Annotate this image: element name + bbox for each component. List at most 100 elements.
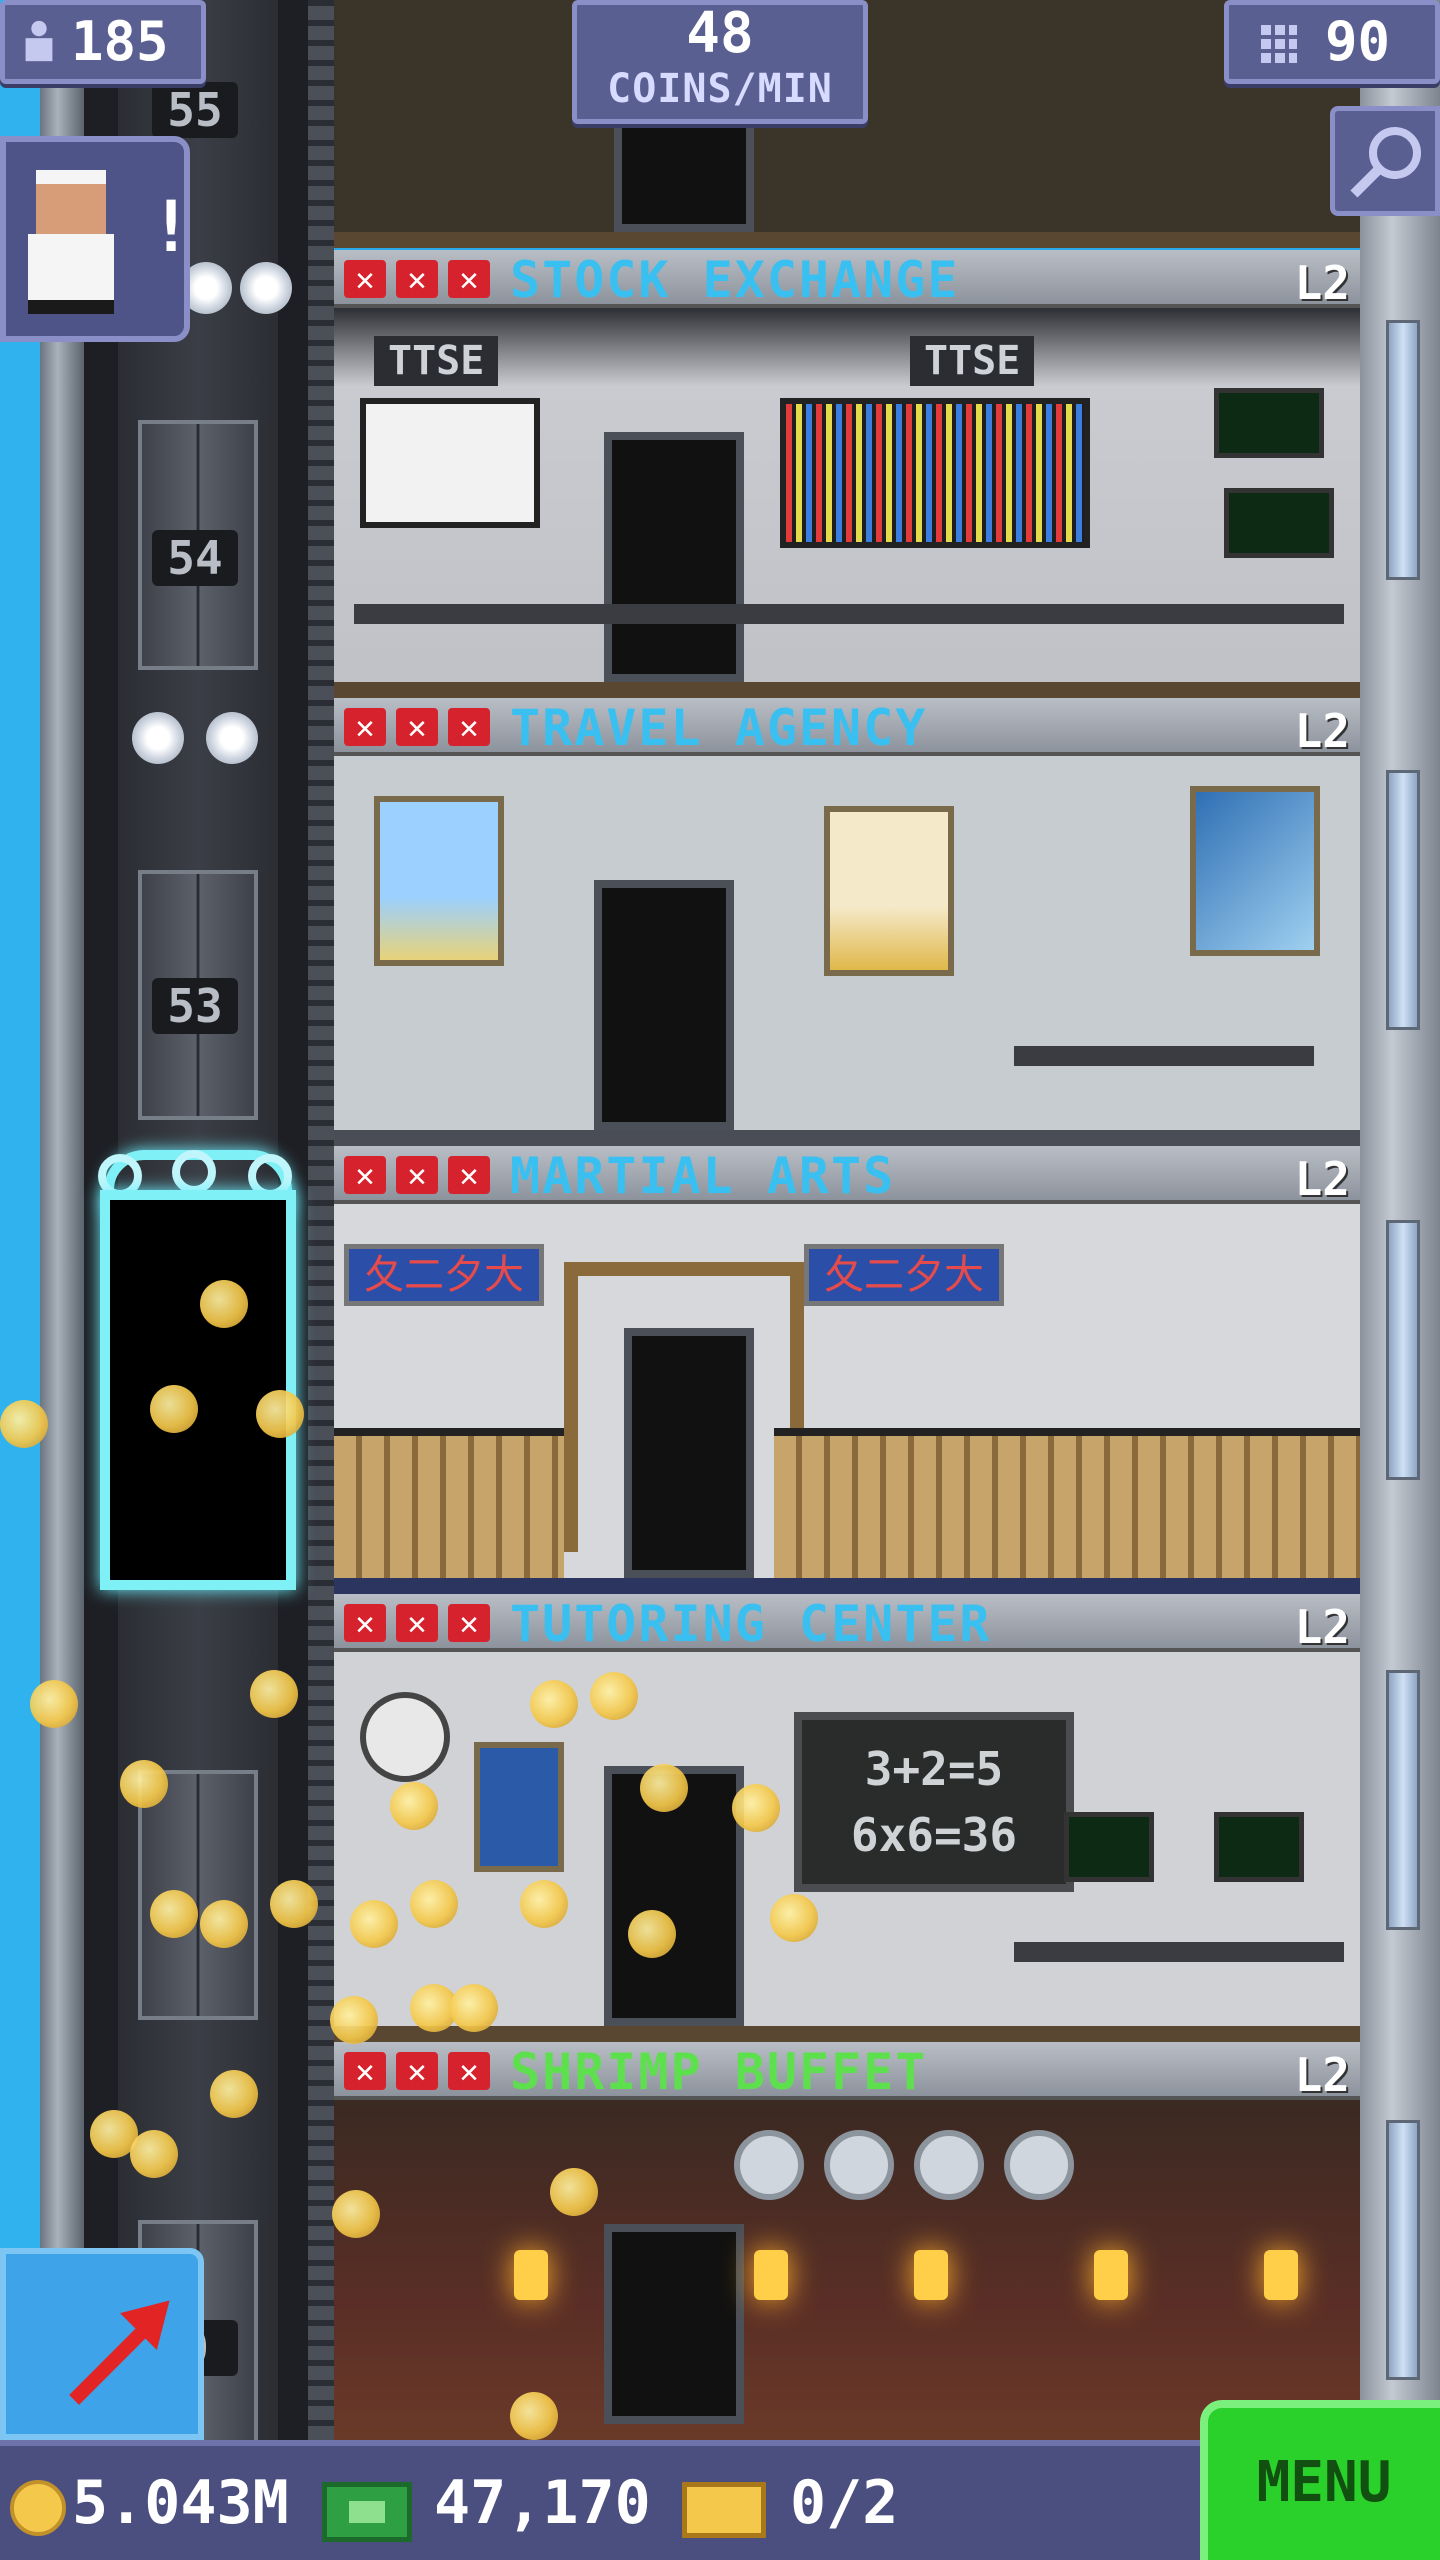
stock-exchange-room: TTSE TTSE xyxy=(334,308,1360,698)
decor-plate xyxy=(1004,2130,1074,2200)
tickets-value: 0/2 xyxy=(790,2468,899,2538)
tower-window xyxy=(1386,320,1420,580)
floor-level: L2 xyxy=(1294,1152,1350,1206)
dojo-sign: ⼡⼆⼣⼤ xyxy=(804,1244,1004,1306)
neon-elevator-car[interactable] xyxy=(100,1190,296,1590)
coin-particle xyxy=(150,1890,198,1938)
travel-agency-room xyxy=(334,756,1360,1146)
bitizen-avatar-icon xyxy=(36,170,106,234)
empty-slot-x-icon: ✕ xyxy=(344,1156,386,1194)
floor-name: TUTORING CENTER xyxy=(510,1595,992,1653)
floor-stock-exchange[interactable]: ✕ ✕ ✕ STOCK EXCHANGE L2 TTSE TTSE xyxy=(334,250,1360,698)
population-counter[interactable]: 185 xyxy=(0,0,206,84)
travel-poster xyxy=(824,806,954,976)
magnifier-handle xyxy=(1350,166,1382,198)
floor-door xyxy=(594,880,734,1130)
elevator-ride-button[interactable] xyxy=(0,2248,204,2440)
coin-particle xyxy=(390,1782,438,1830)
stock-monitor xyxy=(1214,388,1324,458)
building-icon xyxy=(1257,23,1297,67)
floor-banner[interactable]: ✕ ✕ ✕ MARTIAL ARTS L2 xyxy=(334,1146,1360,1206)
coin-particle xyxy=(330,1996,378,2044)
empty-slot-x-icon: ✕ xyxy=(344,2052,386,2090)
blackboard: 3+2=5 6x6=36 xyxy=(794,1712,1074,1892)
lamp xyxy=(914,2250,948,2300)
coin-particle xyxy=(732,1784,780,1832)
stock-ticker-board xyxy=(780,398,1090,548)
travel-poster xyxy=(374,796,504,966)
floor-level: L2 xyxy=(1294,1600,1350,1654)
lamp xyxy=(754,2250,788,2300)
lamp xyxy=(514,2250,548,2300)
population-value: 185 xyxy=(71,10,169,73)
empty-slot-x-icon: ✕ xyxy=(396,1156,438,1194)
floor-travel-agency[interactable]: ✕ ✕ ✕ TRAVEL AGENCY L2 xyxy=(334,698,1360,1146)
stock-monitor xyxy=(1224,488,1334,558)
bitizen-alert-button[interactable]: ! xyxy=(0,136,193,342)
search-button[interactable] xyxy=(1330,106,1440,216)
empty-slot-x-icon: ✕ xyxy=(448,2052,490,2090)
ttse-sign: TTSE xyxy=(374,336,499,386)
coin-particle xyxy=(200,1900,248,1948)
coin-particle xyxy=(590,1672,638,1720)
elevator-door[interactable] xyxy=(138,1770,258,2020)
apple-poster xyxy=(474,1742,564,1872)
lamp xyxy=(1094,2250,1128,2300)
coin-particle xyxy=(210,2070,258,2118)
coin-particle xyxy=(250,1670,298,1718)
coin-particle xyxy=(0,1400,48,1448)
floor-name: MARTIAL ARTS xyxy=(510,1147,896,1205)
coin-particle xyxy=(270,1880,318,1928)
blackboard-line: 3+2=5 xyxy=(864,1742,1004,1796)
desk xyxy=(1014,1046,1314,1066)
coin-particle xyxy=(130,2130,178,2178)
floor-level: L2 xyxy=(1294,2048,1350,2102)
floor-banner[interactable]: ✕ ✕ ✕ TRAVEL AGENCY L2 xyxy=(334,698,1360,758)
coin-particle xyxy=(450,1984,498,2032)
coin-particle xyxy=(640,1764,688,1812)
bitizen-avatar-body xyxy=(28,234,114,314)
bux-icon[interactable] xyxy=(322,2482,412,2542)
menu-button[interactable]: MENU xyxy=(1200,2400,1440,2560)
empty-slot-x-icon: ✕ xyxy=(344,260,386,298)
golden-ticket-icon[interactable] xyxy=(682,2482,766,2538)
ttse-sign: TTSE xyxy=(910,336,1035,386)
floor-martial-arts[interactable]: ✕ ✕ ✕ MARTIAL ARTS L2 ⼡⼆⼣⼤ ⼡⼆⼣⼤ xyxy=(334,1146,1360,1594)
floor-name: TRAVEL AGENCY xyxy=(510,699,928,757)
coin-particle xyxy=(150,1385,198,1433)
floor-shrimp-buffet[interactable]: ✕ ✕ ✕ SHRIMP BUFFET L2 xyxy=(334,2042,1360,2440)
floor-line xyxy=(334,682,1360,698)
shrimp-buffet-room xyxy=(334,2100,1360,2440)
coin-particle xyxy=(520,1880,568,1928)
floor-banner[interactable]: ✕ ✕ ✕ STOCK EXCHANGE L2 xyxy=(334,250,1360,310)
empty-slot-x-icon: ✕ xyxy=(396,260,438,298)
exclamation-icon: ! xyxy=(150,186,193,268)
sky xyxy=(0,0,44,2440)
tower-window xyxy=(1386,1670,1420,1930)
martial-arts-room: ⼡⼆⼣⼤ ⼡⼆⼣⼤ xyxy=(334,1204,1360,1594)
floor-banner[interactable]: ✕ ✕ ✕ SHRIMP BUFFET L2 xyxy=(334,2042,1360,2102)
floor-tutoring-center[interactable]: ✕ ✕ ✕ TUTORING CENTER L2 3+2=5 6x6=36 xyxy=(334,1594,1360,2042)
floor-door xyxy=(604,2224,744,2424)
desk xyxy=(1014,1942,1344,1962)
dojo-sign: ⼡⼆⼣⼤ xyxy=(344,1244,544,1306)
elevator-floor-number: 55 xyxy=(152,82,238,138)
empty-slot-x-icon: ✕ xyxy=(448,1156,490,1194)
coin-particle xyxy=(530,1680,578,1728)
coin-particle xyxy=(628,1910,676,1958)
floor-count-button[interactable]: 90 xyxy=(1224,0,1440,84)
coin-particle xyxy=(350,1900,398,1948)
floor-banner[interactable]: ✕ ✕ ✕ TUTORING CENTER L2 xyxy=(334,1594,1360,1654)
coin-particle xyxy=(770,1894,818,1942)
coin-particle xyxy=(30,1680,78,1728)
empty-slot-x-icon: ✕ xyxy=(448,1604,490,1642)
clock-icon xyxy=(360,1692,450,1782)
coin-particle xyxy=(200,1280,248,1328)
dojo-fence xyxy=(334,1428,564,1578)
desk xyxy=(354,604,1344,624)
coin-particle xyxy=(510,2392,558,2440)
elevator-rail xyxy=(308,0,334,2440)
floor-line xyxy=(334,2026,1360,2042)
decor-plate xyxy=(824,2130,894,2200)
empty-slot-x-icon: ✕ xyxy=(396,1604,438,1642)
